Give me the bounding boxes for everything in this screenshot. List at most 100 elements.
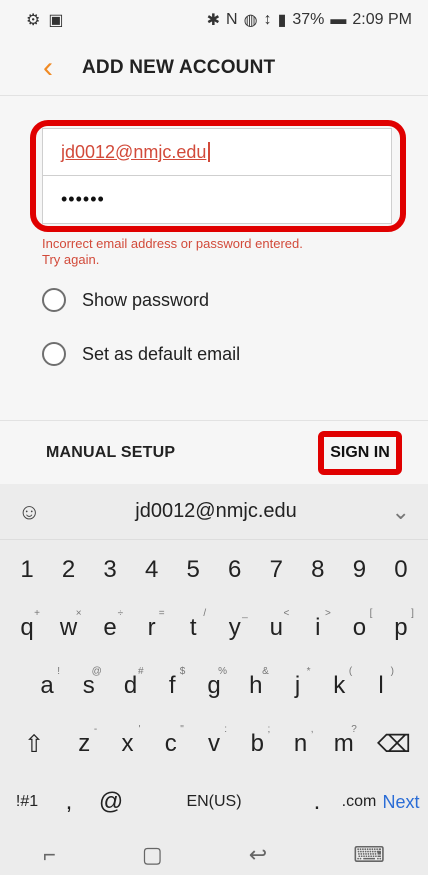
- key-d[interactable]: d #: [112, 660, 150, 712]
- symbols-key[interactable]: !#1: [8, 776, 46, 828]
- key-g[interactable]: g%: [195, 660, 233, 712]
- key-label: b: [250, 730, 264, 757]
- key-alt: ): [390, 666, 394, 677]
- dotcom-key[interactable]: .com: [340, 776, 378, 828]
- page-title: ADD NEW ACCOUNT: [82, 56, 276, 78]
- shift-key[interactable]: ⇧: [8, 718, 60, 770]
- key-3[interactable]: 3: [91, 544, 129, 596]
- spacebar-key[interactable]: EN(US): [134, 776, 294, 828]
- key-label: y: [228, 614, 241, 641]
- key-6[interactable]: 6: [216, 544, 254, 596]
- key-c[interactable]: c ": [152, 718, 190, 770]
- key-s[interactable]: s @: [70, 660, 108, 712]
- key-alt: ': [138, 724, 141, 735]
- key-u[interactable]: u <: [257, 602, 295, 654]
- key-v[interactable]: v:: [195, 718, 233, 770]
- at-key[interactable]: @: [92, 776, 130, 828]
- home-icon[interactable]: ▢: [142, 842, 163, 868]
- keyboard-row-4: ⇧ z- x ' c " v: b; n, m? ⌫: [0, 718, 428, 770]
- manual-setup-button[interactable]: MANUAL SETUP: [46, 444, 175, 462]
- key-f[interactable]: f $: [153, 660, 191, 712]
- key-0[interactable]: 0: [382, 544, 420, 596]
- key-h[interactable]: h &: [237, 660, 275, 712]
- key-alt: (: [348, 666, 353, 677]
- key-alt: [: [369, 608, 373, 619]
- recents-icon[interactable]: ⌐: [43, 842, 56, 868]
- period-key[interactable]: .: [298, 776, 336, 828]
- status-bar: ⚙ ▣ ✱ N ◍ ↕ ▮ 37% ▬ 2:09 PM: [0, 0, 428, 40]
- key-i[interactable]: i >: [299, 602, 337, 654]
- keyboard-icon[interactable]: ⌨: [353, 842, 385, 868]
- key-5[interactable]: 5: [174, 544, 212, 596]
- key-x[interactable]: x ': [109, 718, 147, 770]
- set-default-option[interactable]: Set as default email: [42, 342, 240, 366]
- key-label: n: [293, 730, 308, 757]
- image-icon: ▣: [48, 12, 64, 29]
- nfc-icon: N: [226, 11, 238, 28]
- key-label: z: [78, 730, 91, 757]
- key-8[interactable]: 8: [299, 544, 337, 596]
- sign-in-label: SIGN IN: [330, 443, 390, 461]
- key-label: h: [249, 672, 263, 699]
- password-field[interactable]: ••••••: [42, 176, 392, 224]
- key-7[interactable]: 7: [257, 544, 295, 596]
- key-z[interactable]: z-: [65, 718, 103, 770]
- key-label: r: [147, 614, 156, 641]
- key-alt: ÷: [117, 608, 124, 619]
- email-field[interactable]: jd0012@nmjc.edu: [42, 128, 392, 176]
- key-1[interactable]: 1: [8, 544, 46, 596]
- key-alt: *: [306, 666, 311, 677]
- keyboard-row-5: !#1 , @ EN(US) . .com Next: [0, 776, 428, 828]
- key-r[interactable]: r =: [133, 602, 171, 654]
- key-y[interactable]: y _: [216, 602, 254, 654]
- error-line-2: Try again.: [42, 252, 100, 267]
- settings-icon: ⚙: [26, 12, 41, 29]
- back-button[interactable]: ‹: [26, 46, 70, 90]
- key-alt: #: [137, 666, 144, 677]
- key-w[interactable]: w ×: [50, 602, 88, 654]
- key-alt: -: [93, 724, 98, 735]
- key-j[interactable]: j *: [279, 660, 317, 712]
- key-e[interactable]: e ÷: [91, 602, 129, 654]
- comma-key[interactable]: ,: [50, 776, 88, 828]
- key-9[interactable]: 9: [340, 544, 378, 596]
- key-p[interactable]: p]: [382, 602, 420, 654]
- sign-in-button[interactable]: SIGN IN: [318, 430, 402, 475]
- key-label: x: [121, 730, 134, 757]
- key-q[interactable]: q +: [8, 602, 46, 654]
- key-m[interactable]: m?: [325, 718, 363, 770]
- key-4[interactable]: 4: [133, 544, 171, 596]
- show-password-option[interactable]: Show password: [42, 288, 209, 312]
- radio-icon: [42, 288, 66, 312]
- key-alt: @: [91, 666, 102, 677]
- system-nav-bar: ⌐ ▢ ↩ ⌨: [0, 835, 428, 875]
- suggestion-bar: ☺ jd0012@nmjc.edu ⌄: [0, 484, 428, 540]
- status-left: ⚙ ▣: [26, 10, 63, 30]
- suggestion-text[interactable]: jd0012@nmjc.edu: [135, 500, 297, 523]
- key-label: l: [378, 672, 384, 699]
- key-a[interactable]: a!: [28, 660, 66, 712]
- key-t[interactable]: t /: [174, 602, 212, 654]
- key-alt: =: [158, 608, 165, 619]
- emoji-icon[interactable]: ☺: [18, 499, 40, 525]
- bottom-actions: MANUAL SETUP SIGN IN: [0, 420, 428, 484]
- key-2[interactable]: 2: [50, 544, 88, 596]
- key-label: j: [294, 672, 301, 699]
- status-right: ✱ N ◍ ↕ ▮ 37% ▬ 2:09 PM: [207, 10, 412, 30]
- next-key[interactable]: Next: [382, 776, 420, 828]
- key-label: d: [123, 672, 138, 699]
- key-l[interactable]: l): [362, 660, 400, 712]
- login-form: jd0012@nmjc.edu ••••••: [42, 128, 392, 224]
- chevron-down-icon[interactable]: ⌄: [392, 499, 410, 525]
- backspace-key[interactable]: ⌫: [368, 718, 420, 770]
- app-header: ‹ ADD NEW ACCOUNT: [0, 40, 428, 96]
- key-o[interactable]: o[: [340, 602, 378, 654]
- text-caret: [208, 142, 211, 162]
- key-label: p: [394, 614, 408, 641]
- key-b[interactable]: b;: [238, 718, 276, 770]
- back-icon[interactable]: ↩: [249, 842, 267, 868]
- key-n[interactable]: n,: [282, 718, 320, 770]
- key-k[interactable]: k(: [320, 660, 358, 712]
- radio-icon: [42, 342, 66, 366]
- keyboard-row-3: a! s @ d # f $ g% h & j * k( l): [0, 660, 428, 712]
